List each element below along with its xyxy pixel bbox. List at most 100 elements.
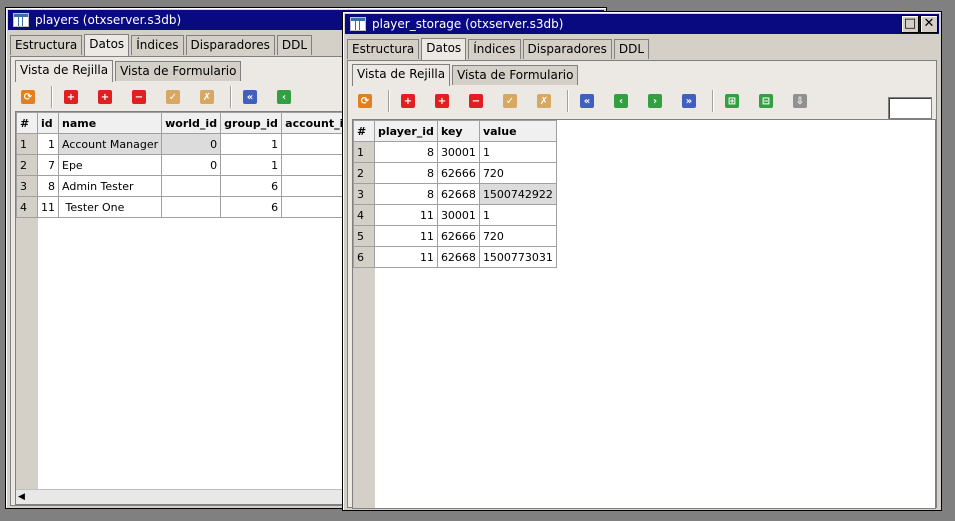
cell-player-id[interactable]: 11 <box>374 246 438 268</box>
filter-input[interactable] <box>888 97 932 119</box>
storage-window[interactable]: player_storage (otxserver.s3db) □ ✕ Estr… <box>342 11 942 511</box>
row-number[interactable]: 1 <box>16 133 38 155</box>
cell-id[interactable]: 11 <box>37 196 59 218</box>
prev-icon[interactable]: ‹ <box>614 94 628 108</box>
delete-row-icon[interactable]: − <box>132 90 146 104</box>
tab-ddl[interactable]: DDL <box>613 39 650 59</box>
expand-icon[interactable]: ⊞ <box>725 94 739 108</box>
cell-group-id[interactable]: 6 <box>220 196 283 218</box>
cell-value[interactable]: 1 <box>478 141 557 163</box>
cell-group-id[interactable]: 6 <box>220 175 283 197</box>
table-row[interactable]: 3 8 62668 1500742922 <box>353 183 557 205</box>
cell-group-id[interactable]: 1 <box>220 133 283 155</box>
scroll-left-icon[interactable]: ◀ <box>18 492 25 502</box>
cell-world-id[interactable] <box>161 175 222 197</box>
row-number[interactable]: 4 <box>353 204 375 226</box>
tab-estructura[interactable]: Estructura <box>347 39 420 59</box>
storage-titlebar[interactable]: player_storage (otxserver.s3db) □ ✕ <box>345 14 939 34</box>
cell-key[interactable]: 62666 <box>436 225 480 247</box>
rollback-icon[interactable]: ✗ <box>537 94 551 108</box>
row-number[interactable]: 5 <box>353 225 375 247</box>
cell-name[interactable]: Admin Tester <box>57 175 163 197</box>
table-row[interactable]: 5 11 62666 720 <box>353 225 557 247</box>
row-number[interactable]: 2 <box>353 162 375 184</box>
cell-world-id[interactable] <box>161 196 222 218</box>
subtab-vista-rejilla[interactable]: Vista de Rejilla <box>352 64 451 86</box>
cell-player-id[interactable]: 8 <box>374 162 438 184</box>
delete-row-icon[interactable]: − <box>469 94 483 108</box>
cell-player-id[interactable]: 8 <box>374 183 438 205</box>
table-row[interactable]: 2 7 Epe 0 1 2 <box>16 154 358 176</box>
col-header-id[interactable]: id <box>37 112 59 134</box>
first-icon[interactable]: « <box>243 90 257 104</box>
tab-datos[interactable]: Datos <box>84 34 130 56</box>
storage-grid[interactable]: # player_id key value 1 8 30001 1 2 8 62… <box>352 119 936 509</box>
subtab-vista-formulario[interactable]: Vista de Formulario <box>115 61 242 81</box>
table-row[interactable]: 2 8 62666 720 <box>353 162 557 184</box>
prev-icon[interactable]: ‹ <box>277 90 291 104</box>
tab-ddl[interactable]: DDL <box>276 35 313 55</box>
table-row[interactable]: 3 8 Admin Tester 6 3 <box>16 175 358 197</box>
maximize-button[interactable]: □ <box>901 15 919 33</box>
table-row[interactable]: 1 8 30001 1 <box>353 141 557 163</box>
row-number[interactable]: 3 <box>353 183 375 205</box>
refresh-icon[interactable]: ⟳ <box>21 90 35 104</box>
cell-value[interactable]: 1500773031 <box>478 246 557 268</box>
col-header-player-id[interactable]: player_id <box>374 120 438 142</box>
table-row[interactable]: 4 11 30001 1 <box>353 204 557 226</box>
cell-key[interactable]: 62668 <box>436 183 480 205</box>
first-icon[interactable]: « <box>580 94 594 108</box>
cell-value[interactable]: 720 <box>478 225 557 247</box>
insert-row-icon[interactable]: + <box>401 94 415 108</box>
last-icon[interactable]: » <box>682 94 696 108</box>
row-number[interactable]: 6 <box>353 246 375 268</box>
add-row-icon[interactable]: + <box>98 90 112 104</box>
table-row[interactable]: 6 11 62668 1500773031 <box>353 246 557 268</box>
col-header-rownum[interactable]: # <box>353 120 375 142</box>
cell-player-id[interactable]: 11 <box>374 204 438 226</box>
col-header-key[interactable]: key <box>436 120 480 142</box>
tab-datos[interactable]: Datos <box>421 38 467 60</box>
subtab-vista-formulario[interactable]: Vista de Formulario <box>452 65 579 85</box>
table-row[interactable]: 1 1 Account Manager 0 1 1 <box>16 133 358 155</box>
cell-name[interactable]: Epe <box>57 154 163 176</box>
col-header-group-id[interactable]: group_id <box>220 112 283 134</box>
cell-key[interactable]: 62668 <box>436 246 480 268</box>
rollback-icon[interactable]: ✗ <box>200 90 214 104</box>
export-icon[interactable]: ⇩ <box>793 94 807 108</box>
cell-key[interactable]: 62666 <box>436 162 480 184</box>
cell-group-id[interactable]: 1 <box>220 154 283 176</box>
commit-icon[interactable]: ✓ <box>166 90 180 104</box>
cell-value[interactable]: 720 <box>478 162 557 184</box>
row-number[interactable]: 1 <box>353 141 375 163</box>
cell-value[interactable]: 1 <box>478 204 557 226</box>
cell-world-id[interactable]: 0 <box>161 154 222 176</box>
insert-row-icon[interactable]: + <box>64 90 78 104</box>
subtab-vista-rejilla[interactable]: Vista de Rejilla <box>15 60 114 82</box>
cell-key[interactable]: 30001 <box>436 204 480 226</box>
cell-name[interactable]: Tester One <box>57 196 163 218</box>
col-header-value[interactable]: value <box>478 120 557 142</box>
refresh-icon[interactable]: ⟳ <box>358 94 372 108</box>
cell-name[interactable]: Account Manager <box>57 133 163 155</box>
cell-player-id[interactable]: 8 <box>374 141 438 163</box>
col-header-name[interactable]: name <box>57 112 163 134</box>
col-header-rownum[interactable]: # <box>16 112 38 134</box>
col-header-world-id[interactable]: world_id <box>161 112 222 134</box>
tab-indices[interactable]: Índices <box>468 39 521 59</box>
close-button[interactable]: ✕ <box>920 15 938 33</box>
row-number[interactable]: 4 <box>16 196 38 218</box>
next-icon[interactable]: › <box>648 94 662 108</box>
row-number[interactable]: 2 <box>16 154 38 176</box>
commit-icon[interactable]: ✓ <box>503 94 517 108</box>
collapse-icon[interactable]: ⊟ <box>759 94 773 108</box>
tab-estructura[interactable]: Estructura <box>10 35 83 55</box>
tab-indices[interactable]: Índices <box>131 35 184 55</box>
cell-id[interactable]: 8 <box>37 175 59 197</box>
cell-player-id[interactable]: 11 <box>374 225 438 247</box>
add-row-icon[interactable]: + <box>435 94 449 108</box>
cell-key[interactable]: 30001 <box>436 141 480 163</box>
tab-disparadores[interactable]: Disparadores <box>185 35 275 55</box>
cell-value[interactable]: 1500742922 <box>478 183 557 205</box>
table-row[interactable]: 4 11 Tester One 6 3 <box>16 196 358 218</box>
